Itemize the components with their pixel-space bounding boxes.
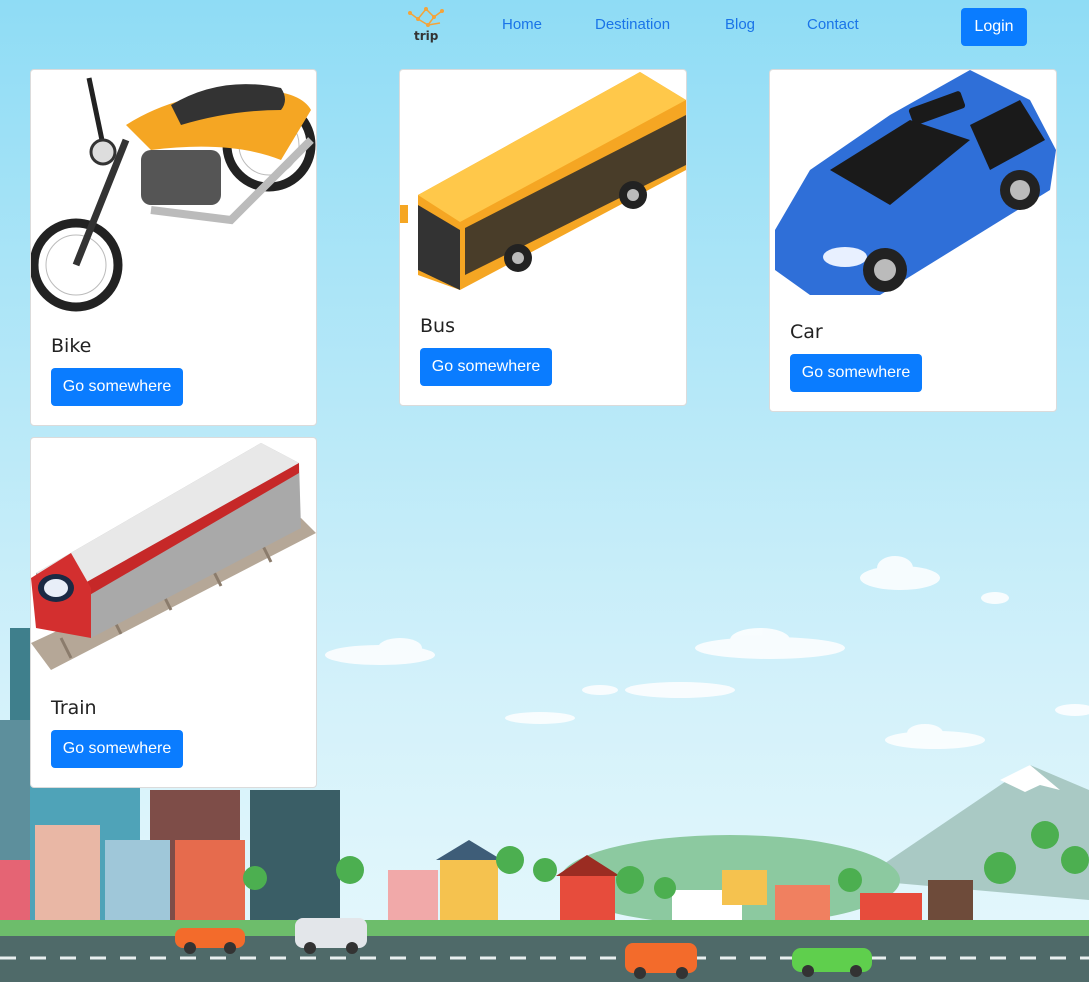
logo-text: trip xyxy=(414,29,439,43)
vehicle-card-bus: Bus Go somewhere xyxy=(399,69,687,406)
vehicle-card-bike: Bike Go somewhere xyxy=(30,69,317,426)
navbar: trip Home Destination Blog Contact Login xyxy=(0,0,1089,56)
card-title: Car xyxy=(790,321,823,343)
card-title: Bike xyxy=(51,335,92,357)
go-somewhere-button[interactable]: Go somewhere xyxy=(420,348,552,386)
card-title: Train xyxy=(51,697,97,719)
nav-link-contact[interactable]: Contact xyxy=(807,16,859,33)
vehicle-card-train: Train Go somewhere xyxy=(30,437,317,788)
motorcycle-icon xyxy=(31,77,316,312)
login-button[interactable]: Login xyxy=(961,8,1027,46)
nav-link-destination[interactable]: Destination xyxy=(595,16,670,33)
car-icon xyxy=(775,70,1056,295)
vehicle-card-car: Car Go somewhere xyxy=(769,69,1057,412)
nav-link-blog[interactable]: Blog xyxy=(725,16,755,33)
go-somewhere-button[interactable]: Go somewhere xyxy=(51,368,183,406)
nav-link-home[interactable]: Home xyxy=(502,16,542,33)
go-somewhere-button[interactable]: Go somewhere xyxy=(51,730,183,768)
card-title: Bus xyxy=(420,315,455,337)
go-somewhere-button[interactable]: Go somewhere xyxy=(790,354,922,392)
bus-icon xyxy=(400,72,686,290)
train-icon xyxy=(31,443,316,670)
